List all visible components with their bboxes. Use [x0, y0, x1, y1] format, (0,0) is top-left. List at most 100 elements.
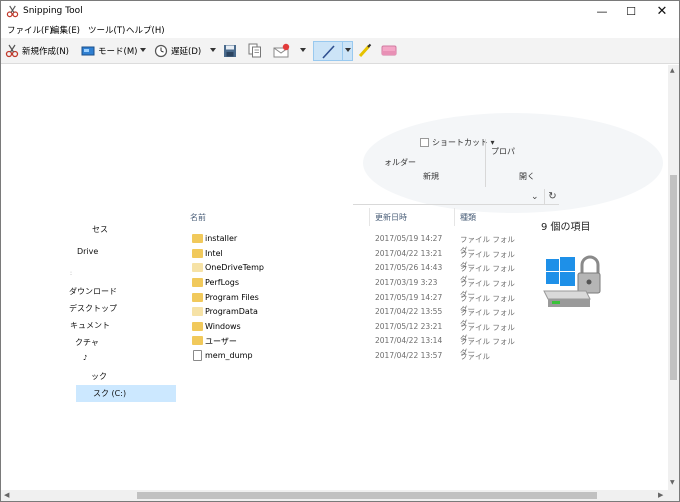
delay-button[interactable]: 遅延(D) — [154, 42, 201, 60]
item-count: 9 個の項目 — [541, 222, 591, 233]
vertical-scroll-thumb[interactable] — [670, 175, 677, 380]
file-name: Program Files — [205, 293, 259, 302]
delay-label: 遅延(D) — [171, 47, 202, 57]
file-row[interactable]: Program Files 2017/05/19 14:27 ファイル フォルダ… — [179, 291, 522, 314]
menu-bar: ファイル(F) 編集(E) ツール(T) ヘルプ(H) — [1, 23, 679, 38]
folder-icon — [192, 293, 203, 302]
pen-split — [342, 41, 343, 61]
file-date: 2017/05/12 23:21 — [375, 322, 443, 331]
maximize-button[interactable]: ☐ — [615, 1, 647, 23]
delay-dropdown-arrow[interactable] — [210, 48, 216, 52]
toolbar: 新規作成(N) モード(M) 遅延(D) — [1, 38, 679, 64]
ribbon-separator — [485, 139, 486, 187]
ribbon-group-open: 開く — [519, 172, 535, 181]
scissors-icon — [6, 5, 19, 18]
snipping-tool-window: Snipping Tool — ☐ ✕ ファイル(F) 編集(E) ツール(T)… — [0, 0, 680, 502]
nav-item-local-disk: スク (C:) — [93, 389, 127, 398]
column-separator[interactable] — [369, 208, 370, 226]
pen-icon — [322, 45, 335, 59]
scroll-down-icon[interactable]: ▼ — [670, 479, 675, 486]
scrollbar-corner — [668, 490, 679, 501]
file-date: 2017/04/22 13:57 — [375, 351, 443, 360]
file-date: 2017/05/26 14:43 — [375, 263, 443, 272]
new-snip-label: 新規作成(N) — [22, 47, 69, 57]
refresh-icon: ↻ — [544, 189, 560, 205]
folder-icon — [192, 336, 203, 345]
minimize-button[interactable]: — — [586, 1, 618, 23]
pen-dropdown-arrow[interactable] — [345, 48, 351, 52]
file-type: ファイル — [460, 352, 490, 361]
file-name: ユーザー — [205, 337, 237, 346]
column-header-date[interactable]: 更新日時 — [375, 212, 407, 223]
file-row[interactable]: mem_dump 2017/04/22 13:57 ファイル — [179, 349, 522, 363]
send-snip-dropdown-arrow[interactable] — [300, 48, 306, 52]
file-name: installer — [205, 234, 238, 243]
highlighter-icon[interactable] — [357, 43, 373, 58]
save-icon[interactable] — [223, 44, 237, 58]
nav-item-pictures: クチャ — [75, 338, 99, 347]
window-title: Snipping Tool — [23, 6, 83, 16]
menu-file[interactable]: ファイル(F) — [7, 24, 53, 36]
file-row[interactable]: ProgramData 2017/04/22 13:55 ファイル フォルダー — [179, 305, 522, 328]
column-header-name[interactable]: 名前 — [190, 212, 206, 223]
scroll-left-icon[interactable]: ◀ — [4, 491, 9, 499]
folder-icon — [192, 322, 203, 331]
file-icon — [193, 350, 202, 361]
folder-icon — [192, 307, 203, 316]
snip-canvas[interactable]: ショートカット ▾ ォルダー プロパ 新規 開く ⌄ ↻ セス Drive : … — [1, 65, 668, 490]
new-snip-button[interactable]: 新規作成(N) — [5, 42, 69, 60]
address-bar-fragment — [353, 189, 559, 205]
file-date: 2017/05/19 14:27 — [375, 293, 443, 302]
vertical-scrollbar[interactable]: ▲ ▼ — [668, 65, 679, 490]
file-row[interactable]: installer 2017/05/19 14:27 ファイル フォルダー — [179, 232, 522, 255]
nav-item-network: ック — [91, 372, 107, 381]
mode-label: モード(M) — [98, 47, 138, 57]
menu-edit[interactable]: 編集(E) — [51, 24, 80, 36]
file-date: 2017/04/22 13:21 — [375, 249, 443, 258]
rectangle-snip-icon — [81, 46, 95, 56]
file-name: ProgramData — [205, 307, 258, 316]
scissors-icon — [5, 44, 19, 58]
ribbon-group-new: 新規 — [423, 172, 439, 181]
copy-icon[interactable] — [248, 43, 262, 58]
nav-item-documents: キュメント — [70, 321, 110, 330]
column-separator[interactable] — [454, 208, 455, 226]
horizontal-scroll-thumb[interactable] — [137, 492, 597, 499]
scroll-right-icon[interactable]: ▶ — [658, 491, 663, 499]
eraser-icon[interactable] — [380, 44, 398, 57]
file-name: OneDriveTemp — [205, 263, 264, 272]
clock-icon — [154, 44, 168, 58]
ribbon-folder: ォルダー — [384, 158, 416, 167]
folder-icon — [192, 234, 203, 243]
file-row[interactable]: Windows 2017/05/12 23:21 ファイル フォルダー — [179, 320, 522, 343]
menu-tools[interactable]: ツール(T) — [88, 24, 125, 36]
nav-item-downloads: ダウンロード — [69, 287, 117, 296]
file-name: PerfLogs — [205, 278, 240, 287]
file-name: mem_dump — [205, 351, 253, 360]
horizontal-scrollbar[interactable]: ◀ ▶ — [1, 490, 668, 501]
nav-item-dot: : — [70, 270, 73, 277]
file-list: 名前 更新日時 種類 installer 2017/05/19 14:27 ファ… — [179, 206, 522, 426]
folder-icon — [192, 278, 203, 287]
file-name: Intel — [205, 249, 223, 258]
file-row[interactable]: PerfLogs 2017/03/19 3:23 ファイル フォルダー — [179, 276, 522, 299]
nav-item-onedrive: Drive — [77, 247, 99, 256]
scroll-up-icon[interactable]: ▲ — [670, 67, 675, 74]
mode-dropdown-arrow[interactable] — [140, 48, 146, 52]
close-button[interactable]: ✕ — [646, 1, 678, 23]
mode-button[interactable]: モード(M) — [81, 42, 137, 60]
nav-item-desktop: デスクトップ — [69, 304, 117, 313]
locked-drive-icon — [543, 255, 601, 307]
send-snip-icon[interactable] — [273, 43, 291, 58]
menu-help[interactable]: ヘルプ(H) — [126, 24, 165, 36]
file-row[interactable]: Intel 2017/04/22 13:21 ファイル フォルダー — [179, 247, 522, 270]
file-date: 2017/03/19 3:23 — [375, 278, 438, 287]
file-name: Windows — [205, 322, 241, 331]
folder-icon — [192, 249, 203, 258]
file-date: 2017/04/22 13:55 — [375, 307, 443, 316]
details-pane: 9 個の項目 — [522, 206, 668, 426]
shortcut-icon — [420, 138, 429, 147]
file-row[interactable]: ユーザー 2017/04/22 13:14 ファイル フォルダー — [179, 334, 522, 357]
file-row[interactable]: OneDriveTemp 2017/05/26 14:43 ファイル フォルダー — [179, 261, 522, 284]
column-header-type[interactable]: 種類 — [460, 212, 476, 223]
